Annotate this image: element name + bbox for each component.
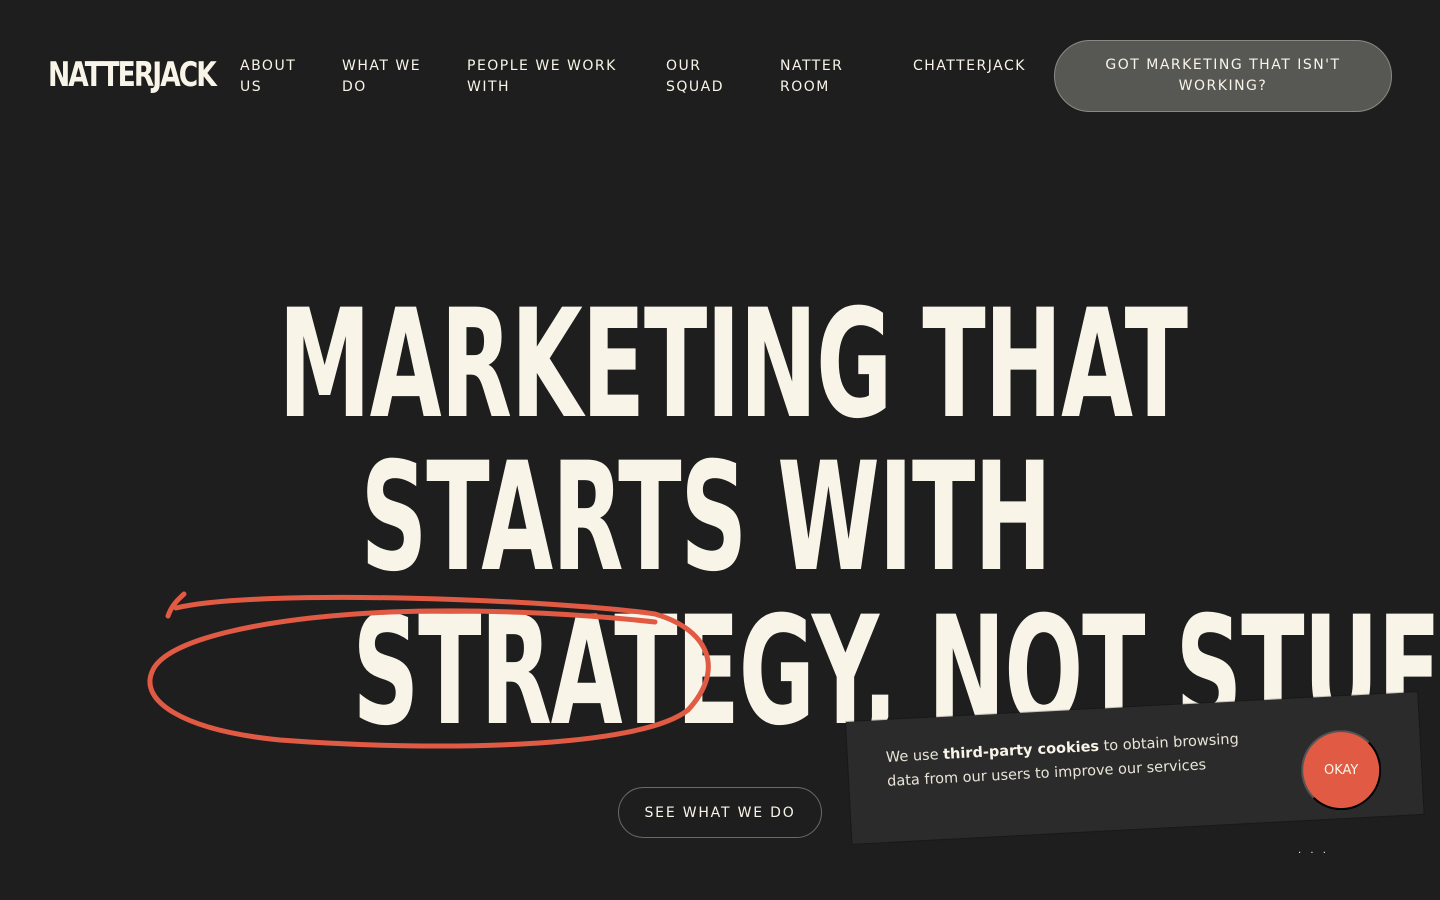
logo-wordmark: NATTERJACK [48, 55, 217, 95]
page: NATTERJACK ABOUT US WHAT WE DO PEOPLE WE… [0, 0, 1440, 900]
nav-about-us[interactable]: ABOUT US [240, 56, 310, 98]
hero-line-1: MARKETING THAT [0, 290, 1440, 440]
nav-our-squad[interactable]: OUR SQUAD [666, 56, 736, 98]
decorative-dots: · · · [1298, 848, 1329, 859]
cookie-message: We use third-party cookies to obtain bro… [885, 727, 1247, 794]
hero-line-2-text: STARTS WITH [360, 431, 1052, 605]
cookie-text-prefix: We use [885, 746, 944, 766]
nav-what-we-do[interactable]: WHAT WE DO [342, 56, 432, 98]
hero-line-1-text: MARKETING THAT [278, 278, 1188, 452]
nav-chatterjack[interactable]: CHATTERJACK [913, 56, 1024, 77]
nav-natter-room[interactable]: NATTER ROOM [780, 56, 860, 98]
natterjack-logo[interactable]: NATTERJACK [48, 55, 262, 95]
cookie-okay-button[interactable]: OKAY [1301, 730, 1382, 811]
marketing-not-working-button[interactable]: GOT MARKETING THAT ISN'T WORKING? [1054, 40, 1392, 112]
hero-line-2: STARTS WITH [0, 443, 1426, 593]
cookie-text-highlight: third-party cookies [942, 738, 1100, 763]
nav-people-we-work-with[interactable]: PEOPLE WE WORK WITH [467, 56, 627, 98]
see-what-we-do-button[interactable]: SEE WHAT WE DO [618, 787, 822, 838]
